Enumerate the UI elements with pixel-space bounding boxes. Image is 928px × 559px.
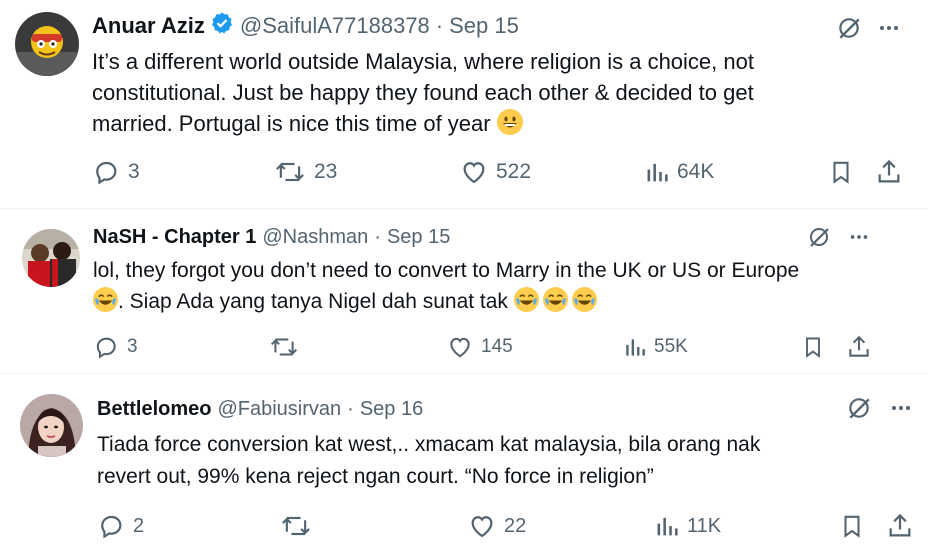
tweet-line: lol, they forgot you don’t need to conve… xyxy=(93,259,800,282)
tweet-line: . Siap Ada yang tanya Nigel dah sunat ta… xyxy=(93,286,799,317)
repost-button[interactable] xyxy=(280,512,320,540)
separator: · xyxy=(347,397,354,420)
tweet[interactable]: Anuar Aziz @SaifulA77188378 · Sep 15 It’… xyxy=(0,0,928,200)
tweet-line: constitutional. Just be happy they found… xyxy=(92,80,754,105)
share-button[interactable] xyxy=(875,158,903,186)
tweet-text: Tiada force conversion kat west,.. xmaca… xyxy=(97,429,760,493)
repost-icon xyxy=(270,338,298,356)
reply-button[interactable]: 3 xyxy=(93,334,138,360)
display-name[interactable]: Anuar Aziz xyxy=(92,13,205,39)
tweet-line: married. Portugal is nice this time of y… xyxy=(92,108,754,139)
share-icon xyxy=(849,335,869,357)
tweet-text: lol, they forgot you don’t need to conve… xyxy=(93,255,799,317)
like-icon xyxy=(450,337,470,358)
repost-count: 23 xyxy=(314,160,338,183)
tweet-date[interactable]: Sep 15 xyxy=(387,226,450,249)
reply-button[interactable]: 3 xyxy=(92,158,140,186)
tweet[interactable]: Bettlelomeo @Fabiusirvan · Sep 16 Tiada … xyxy=(0,374,928,559)
like-count: 22 xyxy=(504,514,527,537)
views-count: 11K xyxy=(687,514,722,537)
share-icon xyxy=(889,513,911,537)
views-icon xyxy=(647,163,668,182)
like-count: 522 xyxy=(496,160,532,183)
tweet-header: Anuar Aziz @SaifulA77188378 · Sep 15 xyxy=(92,12,519,40)
tweet-line: Tiada force conversion kat west,.. xmaca… xyxy=(97,433,761,456)
repost-button[interactable]: 23 xyxy=(274,158,337,186)
tweet-line: It’s a different world outside Malaysia,… xyxy=(92,49,754,74)
tears-of-joy-emoji xyxy=(513,287,539,312)
repost-icon xyxy=(276,162,304,182)
display-name[interactable]: NaSH - Chapter 1 xyxy=(93,226,256,249)
views-button[interactable]: 55K xyxy=(624,334,688,360)
tweet-text: It’s a different world outside Malaysia,… xyxy=(92,46,754,139)
separator: · xyxy=(435,13,444,38)
repost-icon xyxy=(282,516,310,536)
like-button[interactable]: 522 xyxy=(460,158,531,186)
tweet-date[interactable]: Sep 15 xyxy=(449,13,519,39)
tears-of-joy-emoji xyxy=(571,287,597,312)
like-count: 145 xyxy=(481,336,513,357)
tweet-header: NaSH - Chapter 1 @Nashman · Sep 15 xyxy=(93,224,450,250)
bookmark-icon xyxy=(806,337,820,358)
views-icon xyxy=(626,339,645,356)
reply-button[interactable]: 2 xyxy=(97,512,144,540)
avatar[interactable] xyxy=(15,12,79,76)
verified-badge-icon xyxy=(210,11,234,41)
share-button[interactable] xyxy=(846,334,872,360)
reply-icon xyxy=(96,161,117,185)
tweet-date[interactable]: Sep 16 xyxy=(360,398,423,421)
tweet[interactable]: NaSH - Chapter 1 @Nashman · Sep 15 lol, … xyxy=(0,209,928,371)
bookmark-button[interactable] xyxy=(801,334,825,360)
like-button[interactable]: 145 xyxy=(447,334,513,360)
display-name[interactable]: Bettlelomeo xyxy=(97,398,211,421)
views-count: 55K xyxy=(654,336,688,357)
like-button[interactable]: 22 xyxy=(468,512,526,540)
user-handle[interactable]: @SaifulA77188378 xyxy=(240,13,430,39)
reply-count: 3 xyxy=(127,336,138,357)
tweet-header: Bettlelomeo @Fabiusirvan · Sep 16 xyxy=(97,396,423,422)
reply-count: 2 xyxy=(133,514,145,537)
bookmark-icon xyxy=(844,515,860,538)
separator: · xyxy=(374,225,381,248)
repost-button[interactable] xyxy=(269,334,307,360)
like-icon xyxy=(463,162,485,184)
reply-icon xyxy=(96,337,116,359)
more-icon[interactable] xyxy=(875,14,903,42)
grok-icon[interactable] xyxy=(845,394,873,422)
tweet-line: revert out, 99% kena reject ngan court. … xyxy=(97,465,654,488)
grinning-face-emoji xyxy=(496,109,523,135)
avatar[interactable] xyxy=(20,394,83,457)
user-handle[interactable]: @Nashman xyxy=(262,226,368,249)
tears-of-joy-emoji xyxy=(93,287,118,312)
like-icon xyxy=(471,516,493,538)
grok-icon[interactable] xyxy=(835,14,863,42)
bookmark-button[interactable] xyxy=(839,512,865,540)
bookmark-icon xyxy=(833,161,849,184)
user-handle[interactable]: @Fabiusirvan xyxy=(217,398,341,421)
bookmark-button[interactable] xyxy=(828,158,854,186)
reply-count: 3 xyxy=(128,160,140,183)
grok-icon[interactable] xyxy=(806,224,832,250)
views-count: 64K xyxy=(677,160,715,183)
views-button[interactable]: 11K xyxy=(655,512,721,540)
share-button[interactable] xyxy=(886,512,914,540)
share-icon xyxy=(878,159,900,183)
views-button[interactable]: 64K xyxy=(645,158,714,186)
more-icon[interactable] xyxy=(887,394,915,422)
more-icon[interactable] xyxy=(846,224,872,250)
avatar[interactable] xyxy=(22,229,80,287)
views-icon xyxy=(657,517,678,536)
tears-of-joy-emoji xyxy=(542,287,568,312)
reply-icon xyxy=(101,515,122,539)
